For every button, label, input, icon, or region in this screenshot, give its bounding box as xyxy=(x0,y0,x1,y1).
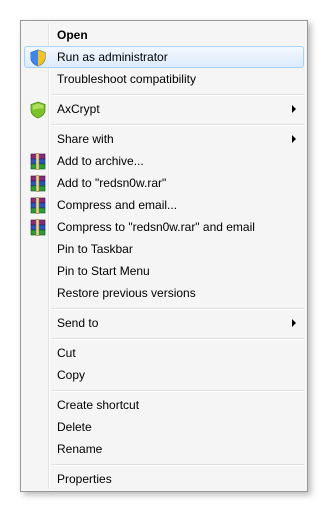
menu-item-create-shortcut[interactable]: Create shortcut xyxy=(24,394,304,416)
submenu-arrow-icon xyxy=(292,319,296,327)
menu-item-compress-and-email[interactable]: Compress and email... xyxy=(24,194,304,216)
menu-separator xyxy=(51,464,304,466)
menu-item-run-as-administrator[interactable]: Run as administrator xyxy=(24,46,304,68)
winrar-books-icon xyxy=(30,175,46,192)
menu-item-label: Restore previous versions xyxy=(57,286,196,300)
menu-item-copy[interactable]: Copy xyxy=(24,364,304,386)
menu-item-label: AxCrypt xyxy=(57,102,100,116)
menu-item-open[interactable]: Open xyxy=(24,24,304,46)
menu-separator xyxy=(51,308,304,310)
menu-item-add-to-rar[interactable]: Add to "redsn0w.rar" xyxy=(24,172,304,194)
menu-item-label: Cut xyxy=(57,346,76,360)
winrar-books-icon xyxy=(30,197,46,214)
menu-item-delete[interactable]: Delete xyxy=(24,416,304,438)
menu-item-label: Compress and email... xyxy=(57,198,178,212)
menu-item-rename[interactable]: Rename xyxy=(24,438,304,460)
menu-item-axcrypt[interactable]: AxCrypt xyxy=(24,98,304,120)
menu-item-label: Pin to Start Menu xyxy=(57,264,150,278)
menu-item-label: Properties xyxy=(57,472,112,486)
menu-separator xyxy=(51,390,304,392)
menu-item-label: Share with xyxy=(57,132,114,146)
menu-item-label: Compress to "redsn0w.rar" and email xyxy=(57,220,255,234)
menu-item-restore-previous-versions[interactable]: Restore previous versions xyxy=(24,282,304,304)
menu-item-compress-to-rar-and-email[interactable]: Compress to "redsn0w.rar" and email xyxy=(24,216,304,238)
winrar-books-icon xyxy=(30,153,46,170)
menu-item-label: Pin to Taskbar xyxy=(57,242,133,256)
submenu-arrow-icon xyxy=(292,105,296,113)
menu-item-add-to-archive[interactable]: Add to archive... xyxy=(24,150,304,172)
submenu-arrow-icon xyxy=(292,135,296,143)
uac-shield-icon xyxy=(30,49,46,67)
winrar-books-icon xyxy=(30,219,46,236)
menu-item-label: Delete xyxy=(57,420,92,434)
menu-item-pin-to-taskbar[interactable]: Pin to Taskbar xyxy=(24,238,304,260)
menu-item-cut[interactable]: Cut xyxy=(24,342,304,364)
menu-item-troubleshoot-compatibility[interactable]: Troubleshoot compatibility xyxy=(24,68,304,90)
menu-separator xyxy=(51,124,304,126)
menu-item-label: Open xyxy=(57,28,88,42)
menu-item-label: Add to "redsn0w.rar" xyxy=(57,176,167,190)
axcrypt-shield-icon xyxy=(30,101,46,119)
menu-item-label: Rename xyxy=(57,442,103,456)
menu-item-label: Send to xyxy=(57,316,99,330)
context-menu: Open Run as administrator Troubleshoot c… xyxy=(20,20,308,492)
menu-item-label: Create shortcut xyxy=(57,398,140,412)
menu-separator xyxy=(51,338,304,340)
menu-item-label: Copy xyxy=(57,368,86,382)
menu-item-label: Troubleshoot compatibility xyxy=(57,72,196,86)
menu-item-pin-to-start-menu[interactable]: Pin to Start Menu xyxy=(24,260,304,282)
menu-item-label: Run as administrator xyxy=(57,50,168,64)
menu-item-label: Add to archive... xyxy=(57,154,144,168)
menu-item-share-with[interactable]: Share with xyxy=(24,128,304,150)
menu-item-send-to[interactable]: Send to xyxy=(24,312,304,334)
menu-separator xyxy=(51,94,304,96)
menu-item-properties[interactable]: Properties xyxy=(24,468,304,490)
